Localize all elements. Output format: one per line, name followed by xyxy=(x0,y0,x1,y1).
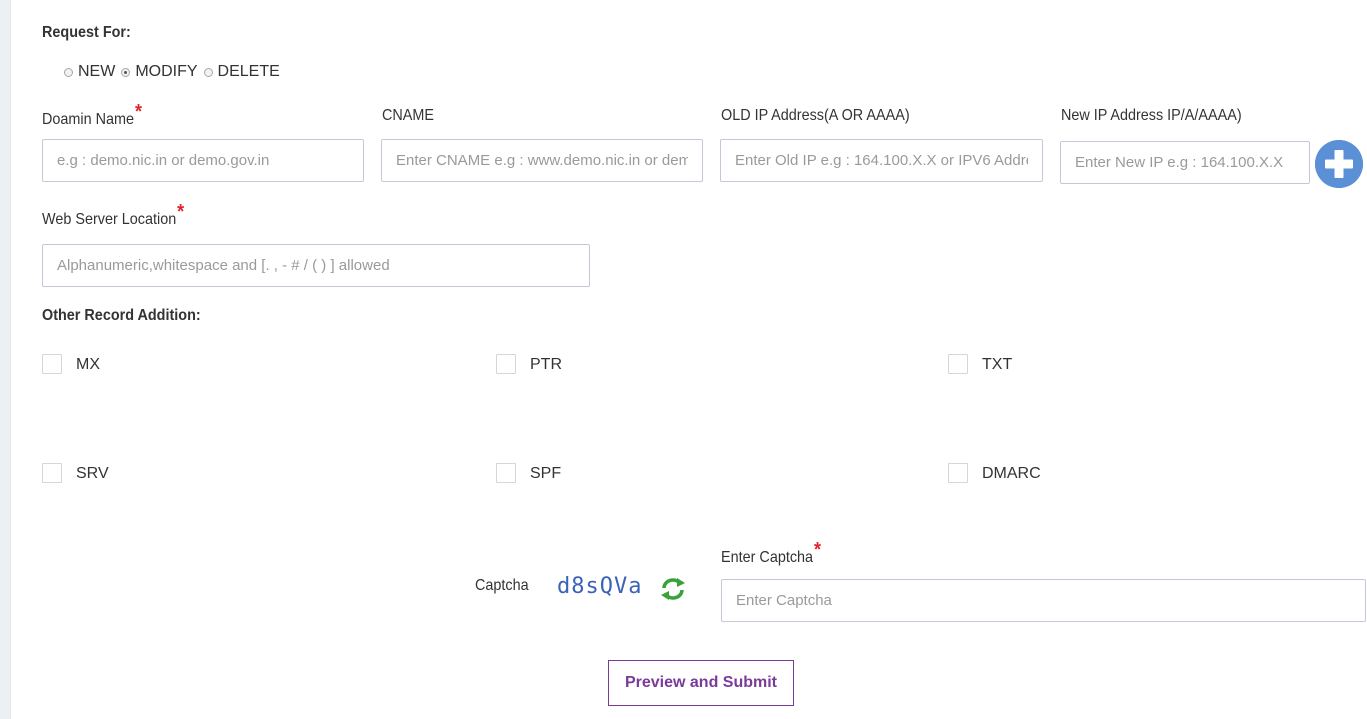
request-type-radio-group: NEW MODIFY DELETE xyxy=(62,63,280,81)
web-server-location-label-text: Web Server Location xyxy=(42,211,177,228)
captcha-label: Captcha xyxy=(475,577,529,594)
add-ip-button[interactable] xyxy=(1315,140,1363,188)
srv-label: SRV xyxy=(76,465,109,482)
domain-name-label: Doamin Name* xyxy=(42,101,142,130)
captcha-input[interactable] xyxy=(721,579,1366,622)
captcha-image: d8sQVa xyxy=(557,574,643,599)
domain-name-label-text: Doamin Name xyxy=(42,111,135,128)
cname-input[interactable] xyxy=(381,139,703,182)
new-ip-label: New IP Address IP/A/AAAA) xyxy=(1061,107,1242,124)
radio-new-label: NEW xyxy=(78,63,116,80)
other-record-label: Other Record Addition: xyxy=(42,307,201,324)
mx-label: MX xyxy=(76,356,100,373)
enter-captcha-label: Enter Captcha* xyxy=(721,539,821,568)
dmarc-checkbox[interactable] xyxy=(948,463,968,483)
left-rail xyxy=(0,0,11,719)
preview-submit-button[interactable]: Preview and Submit xyxy=(608,660,794,706)
plus-circle-icon xyxy=(1315,140,1363,188)
spf-checkbox[interactable] xyxy=(496,463,516,483)
ptr-label: PTR xyxy=(530,356,562,373)
cname-label: CNAME xyxy=(382,107,435,124)
refresh-icon[interactable] xyxy=(660,577,686,601)
radio-delete-label: DELETE xyxy=(217,63,280,80)
radio-modify-label: MODIFY xyxy=(135,63,198,80)
radio-modify[interactable] xyxy=(121,67,131,77)
txt-checkbox[interactable] xyxy=(948,354,968,374)
required-marker: * xyxy=(177,201,185,223)
old-ip-label: OLD IP Address(A OR AAAA) xyxy=(721,107,910,124)
required-marker: * xyxy=(134,101,142,123)
txt-label: TXT xyxy=(982,356,1013,373)
srv-checkbox[interactable] xyxy=(42,463,62,483)
web-server-location-label: Web Server Location* xyxy=(42,201,184,230)
request-for-label: Request For: xyxy=(42,24,131,41)
mx-checkbox[interactable] xyxy=(42,354,62,374)
radio-delete[interactable] xyxy=(203,67,213,77)
ptr-checkbox[interactable] xyxy=(496,354,516,374)
required-marker: * xyxy=(813,539,821,561)
new-ip-input[interactable] xyxy=(1060,141,1310,184)
spf-label: SPF xyxy=(530,465,562,482)
old-ip-input[interactable] xyxy=(720,139,1043,182)
web-server-location-input[interactable] xyxy=(42,244,590,287)
enter-captcha-label-text: Enter Captcha xyxy=(721,549,814,566)
dmarc-label: DMARC xyxy=(982,465,1041,482)
domain-name-input[interactable] xyxy=(42,139,364,182)
radio-new[interactable] xyxy=(64,67,73,77)
